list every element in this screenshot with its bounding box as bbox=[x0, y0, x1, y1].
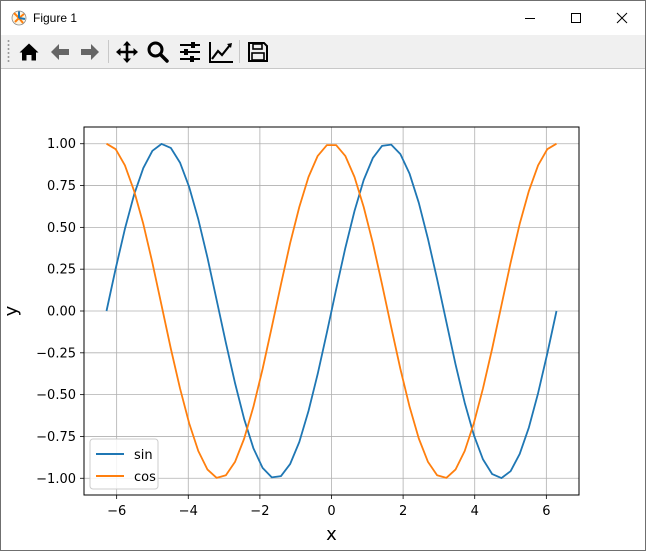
x-tick-label: 6 bbox=[542, 504, 550, 519]
pan-button[interactable] bbox=[113, 38, 141, 66]
title-bar[interactable]: Figure 1 bbox=[1, 1, 645, 35]
toolbar-grip[interactable] bbox=[7, 39, 10, 64]
y-axis-ticks: 1.00 0.75 0.50 0.25 0.00 −0.25 −0.50 −0.75 −1.00 bbox=[36, 137, 84, 487]
maximize-icon bbox=[571, 13, 581, 23]
edit-axis-button[interactable] bbox=[207, 38, 235, 66]
y-tick-label: 0.25 bbox=[47, 263, 76, 278]
window-title: Figure 1 bbox=[33, 11, 78, 25]
save-button[interactable] bbox=[244, 38, 272, 66]
y-tick-label: −0.75 bbox=[36, 430, 76, 445]
legend-label-sin: sin bbox=[134, 448, 153, 463]
close-icon bbox=[616, 12, 628, 24]
x-tick-label: 4 bbox=[471, 504, 479, 519]
maximize-button[interactable] bbox=[553, 1, 599, 35]
y-tick-label: 0.75 bbox=[47, 179, 76, 194]
close-button[interactable] bbox=[599, 1, 645, 35]
toolbar-separator bbox=[239, 40, 240, 63]
move-icon bbox=[116, 41, 138, 63]
x-tick-label: 2 bbox=[399, 504, 407, 519]
back-button[interactable] bbox=[46, 38, 74, 66]
home-button[interactable] bbox=[15, 38, 43, 66]
plot-area[interactable]: −6 −4 −2 0 2 4 6 1.00 0.75 0.50 0.25 0.00 −0.25 −0.5… bbox=[1, 69, 645, 550]
arrow-right-icon bbox=[81, 44, 99, 60]
matplotlib-icon bbox=[11, 10, 27, 26]
y-tick-label: −1.00 bbox=[36, 472, 76, 487]
y-tick-label: −0.50 bbox=[36, 388, 76, 403]
zoom-button[interactable] bbox=[144, 38, 172, 66]
forward-button[interactable] bbox=[76, 38, 104, 66]
x-tick-label: −6 bbox=[107, 504, 126, 519]
home-icon bbox=[19, 43, 39, 61]
subplots-button[interactable] bbox=[176, 38, 204, 66]
x-tick-label: −2 bbox=[250, 504, 269, 519]
y-axis-label: y bbox=[1, 305, 22, 316]
minimize-button[interactable] bbox=[507, 1, 553, 35]
toolbar-separator bbox=[108, 40, 109, 63]
y-tick-label: −0.25 bbox=[36, 346, 76, 361]
legend-label-cos: cos bbox=[134, 470, 156, 485]
x-axis-ticks: −6 −4 −2 0 2 4 6 bbox=[107, 495, 550, 519]
x-tick-label: −4 bbox=[179, 504, 198, 519]
minimize-icon bbox=[525, 18, 535, 19]
floppy-disk-icon bbox=[248, 42, 268, 62]
magnifier-icon bbox=[147, 41, 169, 63]
arrow-left-icon bbox=[51, 44, 69, 60]
figure-canvas[interactable]: −6 −4 −2 0 2 4 6 1.00 0.75 0.50 0.25 0.00 −0.25 −0.5… bbox=[1, 69, 645, 550]
line-chart-icon bbox=[209, 42, 233, 63]
navigation-toolbar bbox=[1, 35, 645, 69]
y-tick-label: 0.50 bbox=[47, 221, 76, 236]
y-tick-label: 0.00 bbox=[47, 305, 76, 320]
sliders-icon bbox=[180, 42, 200, 62]
x-tick-label: 0 bbox=[327, 504, 335, 519]
legend: sin cos bbox=[89, 438, 159, 490]
x-axis-label: x bbox=[326, 524, 337, 545]
figure-window: Figure 1 −6 −4 −2 0 2 4 6 1.00 0.75 0.50… bbox=[0, 0, 646, 551]
y-tick-label: 1.00 bbox=[47, 137, 76, 152]
